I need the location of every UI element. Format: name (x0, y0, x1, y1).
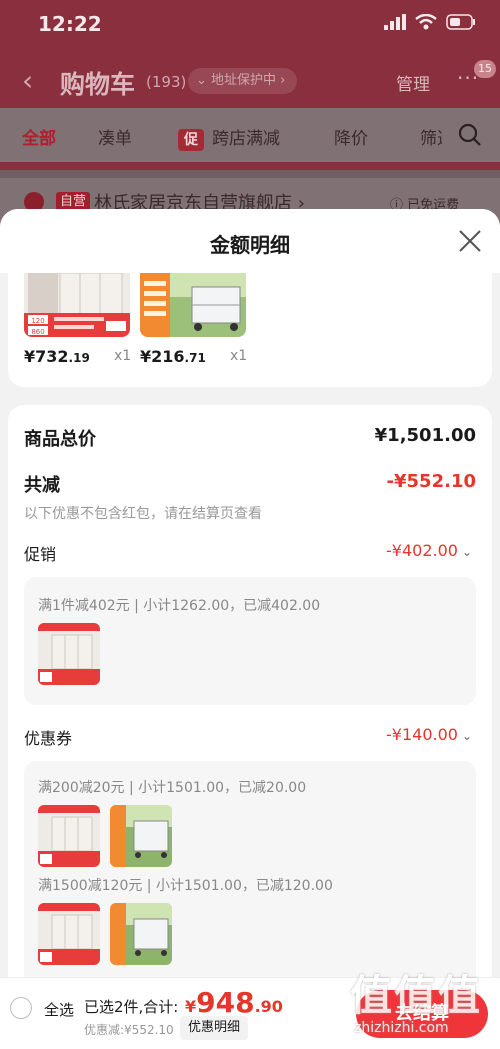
coupon-label: 优惠券 (24, 729, 73, 748)
product-price: ¥216.71 (140, 347, 206, 366)
total-label: 商品总价 (24, 429, 96, 450)
select-all-label[interactable]: 全选 (44, 999, 74, 1020)
wardrobe-image: 120 860 (24, 273, 130, 337)
product-thumb-trolley (110, 903, 172, 965)
system-icons (384, 14, 476, 30)
address-protect-button[interactable]: ⌄ 地址保护中 › (188, 68, 298, 94)
sheet-title: 金额明细 (210, 233, 290, 257)
coupon-toggle[interactable]: -¥140.00 ⌄ (386, 725, 472, 744)
promo-badge: 促 (178, 129, 204, 151)
tab-filter[interactable]: 筛选 (420, 124, 442, 149)
badge-120: 120 (31, 317, 44, 325)
select-all-checkbox[interactable] (10, 997, 32, 1019)
discount-summary: 优惠减:¥552.10 (84, 1023, 174, 1037)
product-thumb-wardrobe (38, 623, 100, 685)
notification-badge: 15 (474, 60, 496, 78)
product-thumb-trolley (110, 805, 172, 867)
wifi-icon (415, 14, 437, 30)
close-icon[interactable] (458, 229, 482, 253)
status-bar: 12:22 (0, 0, 500, 48)
screen: 12:22 ‹ 购物车 (193) ⌄ 地址保护中 › 管理 ··· 15 全部… (0, 0, 500, 1049)
chevron-down-icon: ⌄ (461, 729, 472, 743)
battery-icon (446, 14, 475, 30)
coupon-rule-1: 满200减20元 | 小计1501.00，已减20.00 (38, 780, 307, 796)
reduce-note: 以下优惠不包含红包，请在结算页查看 (24, 506, 262, 522)
product-list: 120 860 ¥732.19 x1 ¥216.71 x1 (8, 273, 492, 387)
back-icon[interactable]: ‹ (22, 64, 33, 97)
status-time: 12:22 (38, 12, 102, 36)
coupon-rule-2: 满1500减120元 | 小计1501.00，已减120.00 (38, 878, 333, 894)
signal-icon (384, 14, 406, 30)
filter-tabs: 全部 凑单 促跨店满减 降价 筛选 (0, 108, 500, 162)
watermark-site: zhizhizhi.com (354, 1020, 449, 1036)
tab-label: 跨店满减 (212, 129, 280, 149)
product-price: ¥732.19 (24, 347, 90, 366)
cart-count: (193) (146, 73, 187, 91)
manage-button[interactable]: 管理 (396, 70, 430, 95)
page-title: 购物车 (60, 70, 136, 99)
search-icon[interactable] (458, 123, 482, 147)
tab-all[interactable]: 全部 (22, 124, 56, 149)
promotion-label: 促销 (24, 545, 57, 564)
product-image-cart[interactable] (140, 273, 246, 337)
promotion-toggle[interactable]: -¥402.00 ⌄ (386, 541, 472, 560)
tab-cross-store[interactable]: 促跨店满减 (178, 124, 280, 151)
product-thumb-wardrobe (38, 903, 100, 965)
trolley-image (140, 273, 246, 337)
cart-nav: ‹ 购物车 (193) ⌄ 地址保护中 › 管理 ··· 15 (0, 52, 500, 108)
total-price: ¥948.90 (185, 986, 283, 1019)
discount-detail-button[interactable]: 优惠明细 (180, 1016, 249, 1040)
price-breakdown: 商品总价 ¥1,501.00 共减 -¥552.10 以下优惠不包含红包，请在结… (8, 405, 492, 1049)
reduce-value: -¥552.10 (386, 471, 476, 492)
product-image-wardrobe[interactable]: 120 860 (24, 273, 130, 337)
watermark-logo: 值值值 (350, 971, 483, 1020)
product-thumb-wardrobe (38, 805, 100, 867)
promotion-detail-box: 满1件减402元 | 小计1262.00，已减402.00 (24, 577, 476, 705)
reduce-label: 共减 (24, 475, 60, 496)
tab-price-drop[interactable]: 降价 (334, 124, 368, 149)
selected-count: 已选2件,合计: (84, 998, 179, 1016)
product-quantity: x1 (114, 348, 132, 364)
total-value: ¥1,501.00 (374, 425, 476, 446)
badge-860: 860 (31, 328, 44, 336)
sheet-header: 金额明细 (0, 209, 500, 273)
watermark: 值值值 zhizhizhi.com (348, 962, 496, 1044)
tab-bundle[interactable]: 凑单 (98, 124, 132, 149)
chevron-down-icon: ⌄ (461, 545, 472, 559)
amount-detail-sheet: 金额明细 120 860 ¥732.19 x1 ¥216.71 x1 商品总价 … (0, 209, 500, 1049)
promotion-rule: 满1件减402元 | 小计1262.00，已减402.00 (38, 598, 321, 614)
product-quantity: x1 (230, 348, 248, 364)
